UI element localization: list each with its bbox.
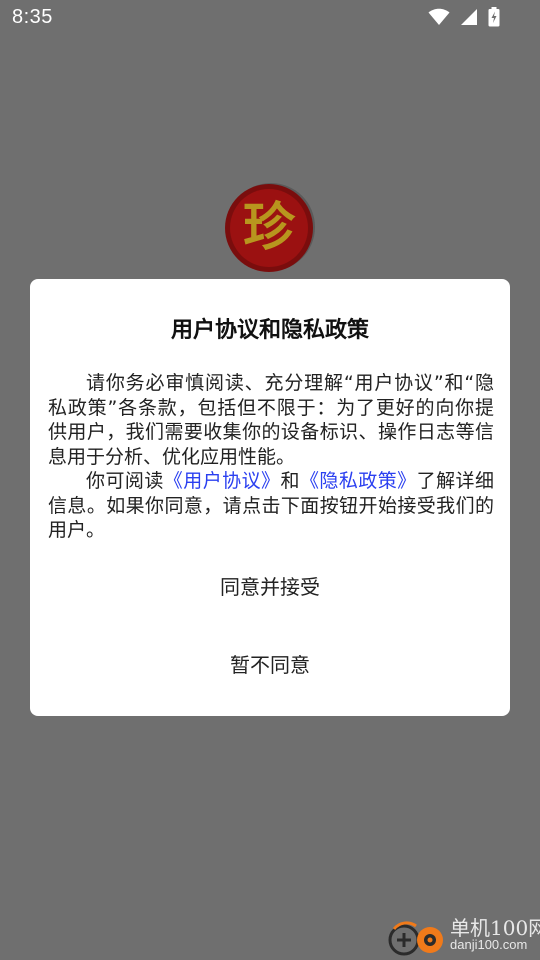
status-time: 8:35 (12, 6, 53, 28)
paragraph-2-prefix: 你可阅读 (86, 470, 164, 492)
dialog-title: 用户协议和隐私政策 (170, 318, 369, 343)
dialog-body: 请你务必审慎阅读、充分理解“用户协议”和“隐私政策”各条款，包括但不限于：为了更… (48, 371, 494, 543)
privacy-policy-link[interactable]: 《隐私政策》 (300, 470, 417, 492)
watermark-url: danji100.com (450, 937, 528, 952)
cell-signal-icon (461, 9, 477, 25)
dialog-paragraph-1: 请你务必审慎阅读、充分理解“用户协议”和“隐私政策”各条款，包括但不限于：为了更… (48, 372, 494, 468)
privacy-dialog: 用户协议和隐私政策 请你务必审慎阅读、充分理解“用户协议”和“隐私政策”各条款，… (30, 279, 510, 716)
dialog-paragraph-2: 你可阅读《用户协议》和《隐私政策》了解详细信息。如果你同意，请点击下面按钮开始接… (48, 469, 494, 543)
decline-button[interactable]: 暂不同意 (30, 639, 510, 691)
app-logo-glyph: 珍 (243, 197, 296, 258)
battery-charging-icon (488, 7, 500, 27)
paragraph-2-and: 和 (280, 470, 300, 492)
accept-button[interactable]: 同意并接受 (30, 561, 510, 613)
watermark: 单机100网 danji100.com (384, 910, 540, 958)
status-bar: 8:35 (0, 0, 540, 36)
user-agreement-link[interactable]: 《用户协议》 (164, 470, 281, 492)
watermark-logo-icon (388, 921, 443, 956)
wifi-icon (428, 8, 450, 25)
status-icons (428, 7, 500, 27)
app-logo: 珍 (225, 183, 315, 272)
